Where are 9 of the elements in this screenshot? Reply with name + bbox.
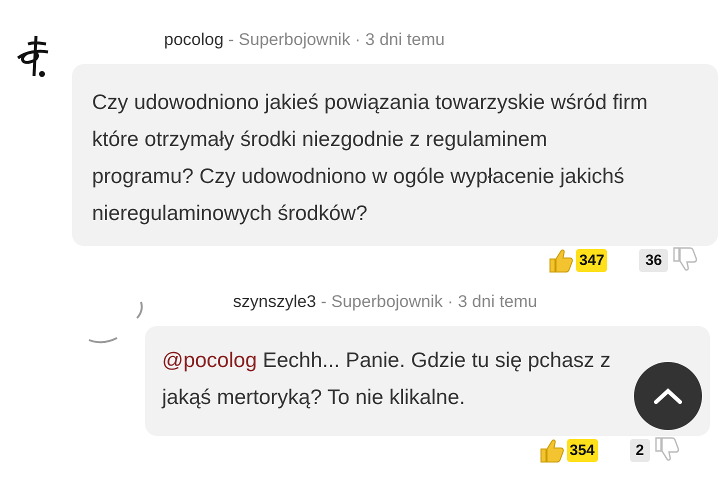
like-count: 354 <box>566 438 598 462</box>
dislike-count: 36 <box>639 248 668 272</box>
comment-header: pocolog - Superbojownik · 3 dni temu <box>164 30 446 50</box>
like-count: 347 <box>576 248 608 272</box>
comment-text: Czy udowodniono jakieś powiązania towarzyskie wśród firm które otrzymały środki niezgodnie z regulaminem programu? Czy udowodniono w ogóle wypłacenie jakichś nieregulaminowych środków? <box>92 91 648 225</box>
chevron-up-icon <box>653 387 683 405</box>
comment-text: @pocolog Eechh... Panie. Gdzie tu się pchasz z jakąś mertoryką? To nie klikalne. <box>162 349 611 409</box>
dislike-count: 2 <box>630 438 650 462</box>
comment-header: szynszyle3 - Superbojownik · 3 dni temu <box>233 292 538 312</box>
